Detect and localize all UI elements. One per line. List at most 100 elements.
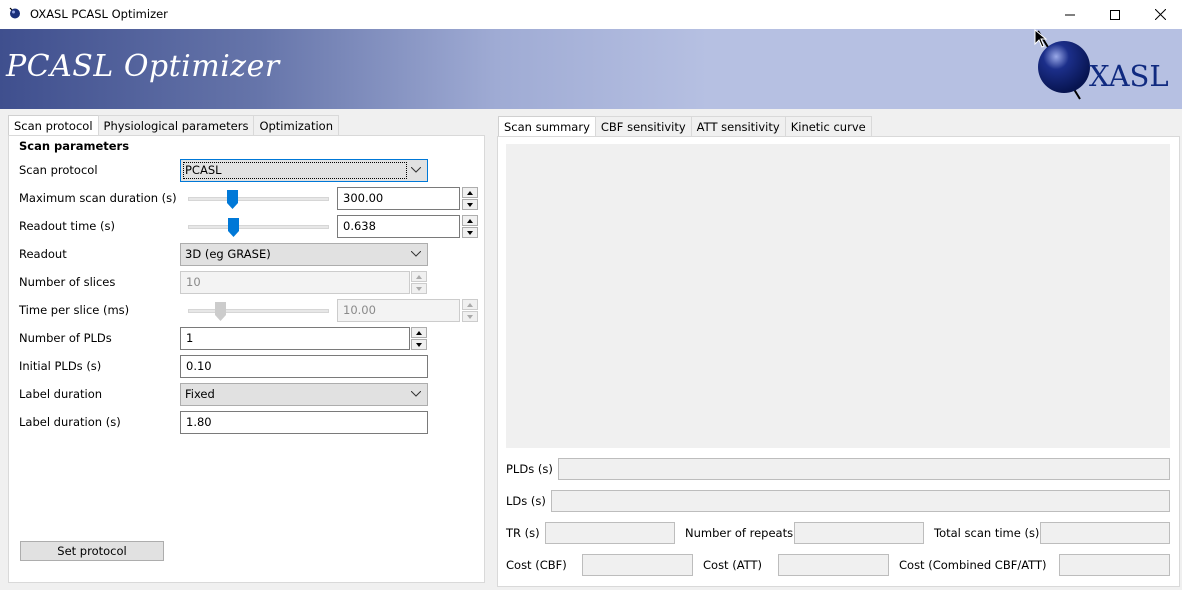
chevron-down-icon (411, 251, 421, 257)
number-of-slices-input: 10 (180, 271, 410, 294)
tab-cbf-sensitivity[interactable]: CBF sensitivity (594, 116, 692, 137)
close-icon (1154, 9, 1166, 20)
max-scan-duration-slider[interactable] (188, 187, 329, 210)
cost-att-label: Cost (ATT) (703, 558, 763, 572)
tab-kinetic-curve[interactable]: Kinetic curve (784, 116, 872, 137)
close-button[interactable] (1137, 0, 1182, 29)
app-icon (9, 7, 20, 19)
time-per-slice-label: Time per slice (ms) (19, 303, 130, 317)
title-bar: OXASL PCASL Optimizer (0, 0, 1182, 29)
logo-text: XASL (1089, 59, 1169, 93)
number-of-plds-spinner[interactable] (411, 327, 427, 350)
left-tab-bar: Scan protocol Physiological parameters O… (8, 115, 340, 137)
readout-time-spinner[interactable] (462, 215, 478, 238)
number-of-slices-label: Number of slices (19, 275, 116, 289)
readout-time-input[interactable]: 0.638 (337, 215, 460, 238)
label-duration-mode-select[interactable]: Fixed (180, 383, 428, 406)
caret-down-icon (467, 230, 473, 235)
readout-value: 3D (eg GRASE) (185, 247, 271, 261)
cost-combined-output (1059, 554, 1170, 576)
slider-thumb[interactable] (228, 218, 239, 237)
cost-combined-label: Cost (Combined CBF/ATT) (899, 558, 1047, 572)
readout-time-slider[interactable] (188, 215, 329, 238)
caret-down-icon (416, 342, 422, 347)
caret-up-icon (416, 330, 422, 335)
total-scan-time-output (1040, 522, 1170, 544)
label-duration-mode-value: Fixed (185, 387, 215, 401)
cost-att-output (778, 554, 889, 576)
cost-cbf-label: Cost (CBF) (506, 558, 567, 572)
window-title: OXASL PCASL Optimizer (30, 7, 168, 21)
spin-up-button (411, 271, 427, 282)
caret-up-icon (467, 218, 473, 223)
spin-down-button[interactable] (462, 227, 478, 238)
summary-plot-area (506, 144, 1170, 448)
scan-protocol-label: Scan protocol (19, 163, 98, 177)
slider-track (188, 309, 329, 313)
slider-thumb (215, 302, 226, 321)
caret-up-icon (467, 190, 473, 195)
caret-up-icon (467, 302, 473, 307)
right-tab-bar: Scan summary CBF sensitivity ATT sensiti… (498, 116, 872, 138)
time-per-slice-slider (188, 299, 329, 322)
caret-down-icon (416, 286, 422, 291)
readout-select[interactable]: 3D (eg GRASE) (180, 243, 428, 266)
tab-att-sensitivity[interactable]: ATT sensitivity (690, 116, 786, 137)
mouse-cursor-icon (1034, 29, 1048, 48)
set-protocol-button[interactable]: Set protocol (20, 541, 164, 561)
spin-down-button (462, 311, 478, 322)
label-duration-input[interactable]: 1.80 (180, 411, 428, 434)
slider-track (188, 197, 329, 201)
time-per-slice-spinner (462, 299, 478, 322)
slider-track (188, 225, 329, 229)
number-of-repeats-label: Number of repeats (685, 526, 794, 540)
max-scan-duration-spinner[interactable] (462, 187, 478, 210)
minimize-button[interactable] (1047, 0, 1093, 29)
time-per-slice-input: 10.00 (337, 299, 460, 322)
scan-protocol-select[interactable]: PCASL (180, 159, 428, 182)
readout-time-label: Readout time (s) (19, 219, 115, 233)
label-duration-label: Label duration (s) (19, 415, 121, 429)
banner-title: PCASL Optimizer (6, 49, 280, 84)
readout-label: Readout (19, 247, 67, 261)
number-of-plds-label: Number of PLDs (19, 331, 112, 345)
spin-up-button[interactable] (411, 327, 427, 338)
spin-down-button[interactable] (462, 199, 478, 210)
scan-parameters-heading: Scan parameters (19, 139, 130, 153)
cost-cbf-output (582, 554, 693, 576)
spin-down-button[interactable] (411, 339, 427, 350)
header-banner: PCASL Optimizer XASL (0, 29, 1182, 109)
caret-down-icon (467, 314, 473, 319)
max-scan-duration-input[interactable]: 300.00 (337, 187, 460, 210)
plds-label: PLDs (s) (506, 462, 553, 476)
tab-physiological-parameters[interactable]: Physiological parameters (97, 115, 255, 136)
tr-output (545, 522, 675, 544)
maximize-icon (1110, 9, 1120, 20)
chevron-down-icon (411, 391, 421, 397)
spin-up-button[interactable] (462, 187, 478, 198)
max-scan-duration-label: Maximum scan duration (s) (19, 191, 177, 205)
lds-output (551, 490, 1170, 512)
number-of-slices-spinner (411, 271, 427, 294)
label-duration-mode-label: Label duration (19, 387, 103, 401)
tab-optimization[interactable]: Optimization (253, 115, 340, 136)
number-of-repeats-output (794, 522, 924, 544)
maximize-button[interactable] (1092, 0, 1138, 29)
caret-down-icon (467, 202, 473, 207)
number-of-plds-input[interactable]: 1 (180, 327, 410, 350)
tab-scan-summary[interactable]: Scan summary (498, 116, 596, 138)
initial-plds-label: Initial PLDs (s) (19, 359, 102, 373)
slider-thumb[interactable] (227, 190, 238, 209)
tab-scan-protocol[interactable]: Scan protocol (8, 115, 99, 137)
minimize-icon (1065, 14, 1075, 15)
plds-output (558, 458, 1170, 480)
spin-up-button[interactable] (462, 215, 478, 226)
focus-rect (183, 162, 407, 179)
total-scan-time-label: Total scan time (s) (934, 526, 1040, 540)
spin-up-button (462, 299, 478, 310)
spin-down-button (411, 283, 427, 294)
initial-plds-input[interactable]: 0.10 (180, 355, 428, 378)
caret-up-icon (416, 274, 422, 279)
tr-label: TR (s) (506, 526, 540, 540)
lds-label: LDs (s) (506, 494, 546, 508)
